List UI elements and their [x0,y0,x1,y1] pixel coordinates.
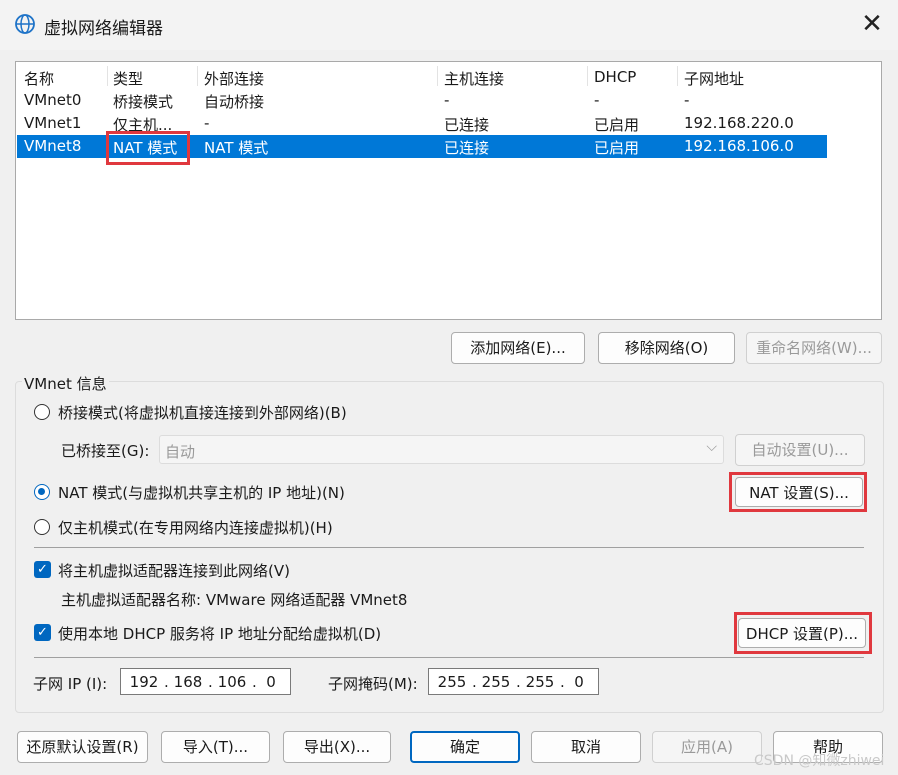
export-button[interactable]: 导出(X)... [283,731,391,763]
row-external: - [204,114,210,132]
close-icon[interactable]: ✕ [858,10,886,38]
column-divider[interactable] [587,66,588,86]
row-name: VMnet8 [24,137,82,155]
row-external: 自动桥接 [204,93,265,111]
row-dhcp: 已启用 [594,139,640,157]
row-subnet: 192.168.220.0 [684,114,794,132]
list-header: 名称 类型 外部连接 主机连接 DHCP 子网地址 [17,64,827,89]
subnet-ip-input[interactable]: 192 . 168 . 106 . 0 [120,668,291,695]
row-dhcp: 已启用 [594,116,640,134]
bridged-to-select[interactable]: 自动 ⌵ [159,435,724,464]
ip-octet[interactable]: 0 [258,673,284,691]
divider [34,657,864,658]
mask-octet[interactable]: 255 [478,673,514,691]
network-list[interactable]: 名称 类型 外部连接 主机连接 DHCP 子网地址 VMnet0 桥接模式 自动… [15,61,882,320]
divider [34,547,864,548]
ip-octet[interactable]: 106 [214,673,250,691]
mask-octet[interactable]: 0 [566,673,592,691]
column-header-subnet[interactable]: 子网地址 [684,68,744,89]
chevron-down-icon: ⌵ [706,439,717,455]
adapter-name-text: 主机虚拟适配器名称: VMware 网络适配器 VMnet8 [61,591,408,609]
row-host: - [444,91,450,109]
column-header-host[interactable]: 主机连接 [444,68,504,89]
column-header-name[interactable]: 名称 [24,68,54,89]
dhcp-checkbox[interactable]: ✓ [34,624,51,641]
row-subnet: - [684,91,690,109]
row-dhcp: - [594,91,600,109]
ip-octet[interactable]: 192 [126,673,162,691]
bridged-to-value: 自动 [165,443,196,461]
row-type: 桥接模式 [113,93,174,111]
column-divider[interactable] [197,66,198,86]
restore-defaults-button[interactable]: 还原默认设置(R) [17,731,148,763]
mask-octet[interactable]: 255 [522,673,558,691]
column-divider[interactable] [107,66,108,86]
window-title: 虚拟网络编辑器 [44,19,163,39]
row-host: 已连接 [444,139,490,157]
apply-button[interactable]: 应用(A) [652,731,762,763]
ok-button[interactable]: 确定 [410,731,520,763]
column-header-external[interactable]: 外部连接 [204,68,264,89]
row-host: 已连接 [444,116,490,134]
row-external: NAT 模式 [204,139,269,157]
hostonly-mode-label[interactable]: 仅主机模式(在专用网络内连接虚拟机)(H) [58,517,333,538]
bridged-to-label: 已桥接至(G): [61,442,150,460]
nat-mode-radio[interactable] [34,484,50,500]
bridged-mode-radio[interactable] [34,404,50,420]
connect-adapter-checkbox[interactable]: ✓ [34,561,51,578]
mask-dot: . [472,673,477,691]
cancel-button[interactable]: 取消 [531,731,641,763]
mask-dot: . [560,673,565,691]
mask-dot: . [516,673,521,691]
row-name: VMnet1 [24,114,82,132]
highlight-box [106,131,190,165]
subnet-mask-label: 子网掩码(M): [328,675,418,693]
column-divider[interactable] [677,66,678,86]
dhcp-label[interactable]: 使用本地 DHCP 服务将 IP 地址分配给虚拟机(D) [58,623,381,644]
subnet-ip-label: 子网 IP (I): [33,675,108,693]
mask-octet[interactable]: 255 [434,673,470,691]
ip-dot: . [208,673,213,691]
nat-mode-label[interactable]: NAT 模式(与虚拟机共享主机的 IP 地址)(N) [58,482,345,503]
highlight-box [734,612,872,654]
group-label: VMnet 信息 [22,373,109,394]
column-divider[interactable] [437,66,438,86]
ip-dot: . [164,673,169,691]
ip-dot: . [252,673,257,691]
column-header-type[interactable]: 类型 [113,68,143,89]
row-name: VMnet0 [24,91,82,109]
title-bar: 虚拟网络编辑器 ✕ [0,0,898,50]
ip-octet[interactable]: 168 [170,673,206,691]
highlight-box [729,472,867,512]
remove-network-button[interactable]: 移除网络(O) [598,332,735,364]
watermark: CSDN @知微zhiwei [754,753,885,769]
import-button[interactable]: 导入(T)... [161,731,270,763]
row-subnet: 192.168.106.0 [684,137,794,155]
auto-settings-button[interactable]: 自动设置(U)... [735,434,865,466]
bridged-mode-label[interactable]: 桥接模式(将虚拟机直接连接到外部网络)(B) [58,402,347,423]
table-row[interactable]: VMnet0 桥接模式 自动桥接 - - - [17,89,827,112]
hostonly-mode-radio[interactable] [34,519,50,535]
globe-icon [15,14,35,34]
rename-network-button[interactable]: 重命名网络(W)... [746,332,882,364]
subnet-mask-input[interactable]: 255 . 255 . 255 . 0 [428,668,599,695]
connect-adapter-label[interactable]: 将主机虚拟适配器连接到此网络(V) [58,560,290,581]
column-header-dhcp[interactable]: DHCP [594,68,636,86]
add-network-button[interactable]: 添加网络(E)... [451,332,585,364]
